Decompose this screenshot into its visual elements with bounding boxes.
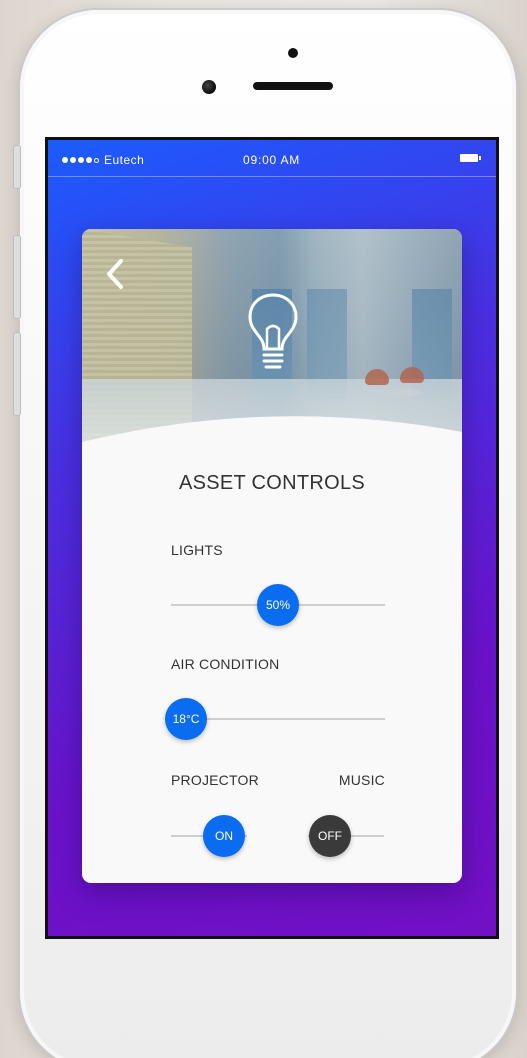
battery-icon xyxy=(460,154,481,162)
app-screen: Eutech 09:00 AM ASSET CONTROLS LIGHTS 50… xyxy=(45,137,499,939)
projector-toggle[interactable]: ON xyxy=(203,815,245,857)
sensor-dot xyxy=(288,48,298,58)
carrier-name: Eutech xyxy=(104,153,145,167)
earpiece-speaker xyxy=(253,82,333,90)
lights-slider-knob[interactable]: 50% xyxy=(257,584,299,626)
asset-controls-card: ASSET CONTROLS LIGHTS 50% AIR CONDITION … xyxy=(82,229,462,883)
hero-image xyxy=(82,229,462,460)
projector-label: PROJECTOR xyxy=(171,772,259,788)
volume-up-button xyxy=(13,235,21,319)
music-toggle[interactable]: OFF xyxy=(309,815,351,857)
hero-wave-divider xyxy=(82,416,462,460)
volume-down-button xyxy=(13,332,21,416)
air-condition-label: AIR CONDITION xyxy=(171,656,280,672)
hero-chair xyxy=(365,369,389,385)
status-bar: Eutech 09:00 AM xyxy=(48,140,496,177)
music-label: MUSIC xyxy=(338,772,385,788)
chevron-left-icon xyxy=(107,259,123,289)
hero-table xyxy=(372,389,422,397)
section-title: ASSET CONTROLS xyxy=(178,472,366,494)
signal-dot xyxy=(86,157,92,163)
back-button[interactable] xyxy=(102,257,128,291)
signal-dot-empty xyxy=(94,157,99,163)
mute-switch xyxy=(13,145,21,189)
air-condition-slider-knob[interactable]: 18°C xyxy=(165,698,207,740)
lights-label: LIGHTS xyxy=(171,542,223,558)
signal-dot xyxy=(78,157,84,163)
status-time: 09:00 AM xyxy=(243,153,301,167)
carrier-signal: Eutech xyxy=(62,153,144,167)
front-camera xyxy=(202,80,216,94)
signal-dot xyxy=(62,157,68,163)
lightbulb-icon xyxy=(248,293,298,369)
signal-dot xyxy=(70,157,76,163)
